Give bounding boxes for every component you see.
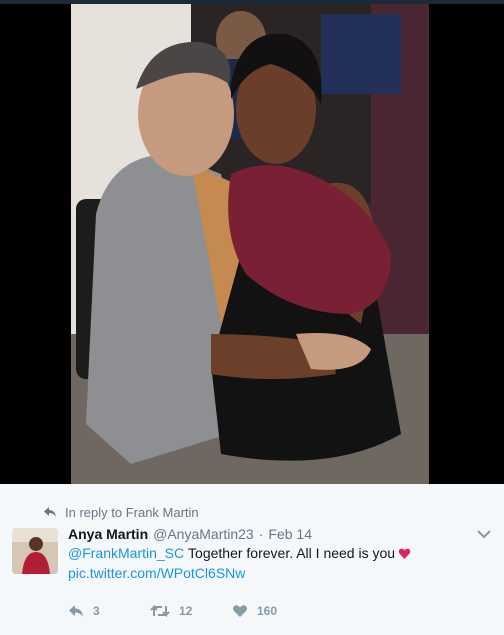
retweet-count: 12 [179,604,193,618]
tweet-date[interactable]: Feb 14 [268,526,312,542]
like-count: 160 [257,604,278,618]
user-handle[interactable]: @AnyaMartin23 [153,526,254,542]
mention-link[interactable]: @FrankMartin_SC [68,543,184,563]
reply-button[interactable]: 3 [68,604,150,618]
like-button[interactable]: 160 [232,604,277,618]
reply-context-label[interactable]: In reply to Frank Martin [65,505,199,520]
reply-icon [69,605,83,617]
tweet-media[interactable] [0,0,504,484]
photo-illustration [71,4,429,484]
like-heart-icon [233,605,247,617]
reply-count: 3 [93,604,100,618]
retweet-icon [150,604,170,618]
heart-emoji-icon [398,548,411,559]
avatar-image [12,528,58,574]
separator-dot: · [258,526,264,542]
tweet-card[interactable]: In reply to Frank Martin Anya Martin @An… [0,484,504,635]
retweet-button[interactable]: 12 [150,604,232,618]
avatar[interactable] [12,528,58,574]
chevron-down-icon[interactable] [476,528,492,540]
display-name[interactable]: Anya Martin [68,526,148,542]
tweet-header: Anya Martin @AnyaMartin23 · Feb 14 [68,526,312,544]
pic-link[interactable]: pic.twitter.com/WPotCl6SNw [68,563,245,583]
tweet-text: @FrankMartin_SC Together forever. All I … [68,543,488,583]
tweet-photo[interactable] [71,4,429,484]
reply-arrow-icon [44,507,56,517]
tweet-actions: 3 12 160 [68,601,277,621]
reply-context[interactable]: In reply to Frank Martin [43,504,199,520]
tweet-body: Together forever. All I need is you [188,545,396,561]
